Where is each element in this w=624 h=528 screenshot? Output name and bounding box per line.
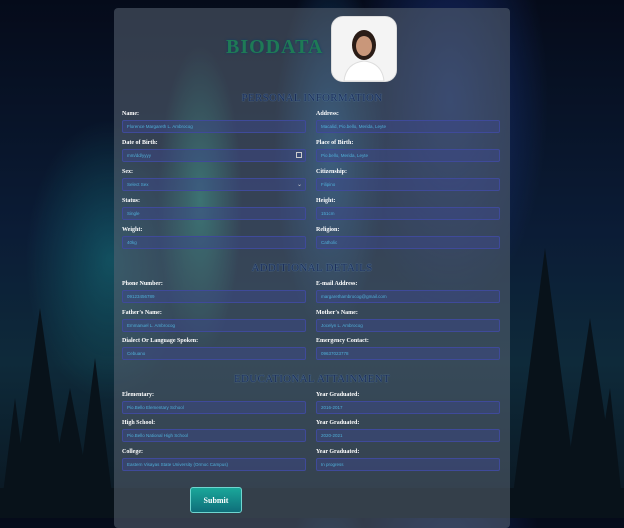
sex-selected-value: Select Sex bbox=[127, 182, 149, 187]
high-school-year-label: Year Graduated: bbox=[316, 420, 360, 426]
weight-field[interactable]: 40kg bbox=[122, 236, 306, 249]
dob-field[interactable]: mm/dd/yyyy bbox=[122, 149, 306, 162]
religion-label: Religion: bbox=[316, 227, 340, 233]
section-title-education: EDUCATIONAL ATTAINMENT bbox=[234, 373, 390, 385]
dob-value: mm/dd/yyyy bbox=[127, 153, 152, 158]
dialect-field[interactable]: Cebuano bbox=[122, 347, 306, 360]
status-field[interactable]: Single bbox=[122, 207, 306, 220]
status-label: Status: bbox=[122, 198, 141, 204]
citizenship-label: Citizenship: bbox=[316, 169, 348, 175]
emergency-label: Emergency Contact: bbox=[316, 338, 369, 344]
college-label: College: bbox=[122, 449, 143, 455]
page-title: BIODATA bbox=[226, 36, 324, 58]
pob-field[interactable]: Pio.bello, Merida, Leyte bbox=[316, 149, 500, 162]
mother-label: Mother's Name: bbox=[316, 310, 358, 316]
phone-field[interactable]: 09123456789 bbox=[122, 290, 306, 303]
father-label: Father's Name: bbox=[122, 310, 162, 316]
weight-label: Weight: bbox=[122, 227, 143, 233]
chevron-down-icon: ⌄ bbox=[296, 182, 302, 188]
high-school-field[interactable]: Pio.Bello National High School bbox=[122, 429, 306, 442]
calendar-icon[interactable] bbox=[296, 152, 302, 158]
section-title-additional: ADDITIONAL DETAILS bbox=[251, 262, 373, 274]
elementary-label: Elementary: bbox=[122, 392, 154, 398]
submit-button[interactable]: Submit bbox=[190, 487, 242, 513]
section-title-personal: PERSONAL INFORMATION bbox=[241, 92, 383, 104]
high-school-label: High School: bbox=[122, 420, 156, 426]
college-year-label: Year Graduated: bbox=[316, 449, 360, 455]
profile-photo bbox=[331, 16, 397, 82]
mother-field[interactable]: Jocelyn L. Ambrocog bbox=[316, 319, 500, 332]
emergency-field[interactable]: 09637023778 bbox=[316, 347, 500, 360]
citizenship-field[interactable]: Filipino bbox=[316, 178, 500, 191]
address-label: Address: bbox=[316, 111, 339, 117]
sex-select[interactable]: Select Sex ⌄ bbox=[122, 178, 306, 191]
high-school-year-field[interactable]: 2020-2021 bbox=[316, 429, 500, 442]
address-field[interactable]: Macalid, Pio.bello, Merida, Leyte bbox=[316, 120, 500, 133]
height-label: Height: bbox=[316, 198, 336, 204]
religion-field[interactable]: Catholic bbox=[316, 236, 500, 249]
phone-label: Phone Number: bbox=[122, 281, 163, 287]
name-label: Name: bbox=[122, 111, 139, 117]
college-field[interactable]: Eastern Visayas State University (Ormoc … bbox=[122, 458, 306, 471]
sex-label: Sex: bbox=[122, 169, 133, 175]
father-field[interactable]: Emmanuel L. Ambrocog bbox=[122, 319, 306, 332]
elementary-field[interactable]: Pio.Bello Elementary School bbox=[122, 401, 306, 414]
height-field[interactable]: 151cm bbox=[316, 207, 500, 220]
email-field[interactable]: margarethambrocog@gmail.com bbox=[316, 290, 500, 303]
dialect-label: Dialect Or Language Spoken: bbox=[122, 338, 199, 344]
elementary-year-label: Year Graduated: bbox=[316, 392, 360, 398]
elementary-year-field[interactable]: 2016-2017 bbox=[316, 401, 500, 414]
dob-label: Date of Birth: bbox=[122, 140, 158, 146]
pob-label: Place of Birth: bbox=[316, 140, 354, 146]
name-field[interactable]: Florence Margareth L. Ambrocog bbox=[122, 120, 306, 133]
college-year-field[interactable]: In progress bbox=[316, 458, 500, 471]
email-label: E-mail Address: bbox=[316, 281, 358, 287]
